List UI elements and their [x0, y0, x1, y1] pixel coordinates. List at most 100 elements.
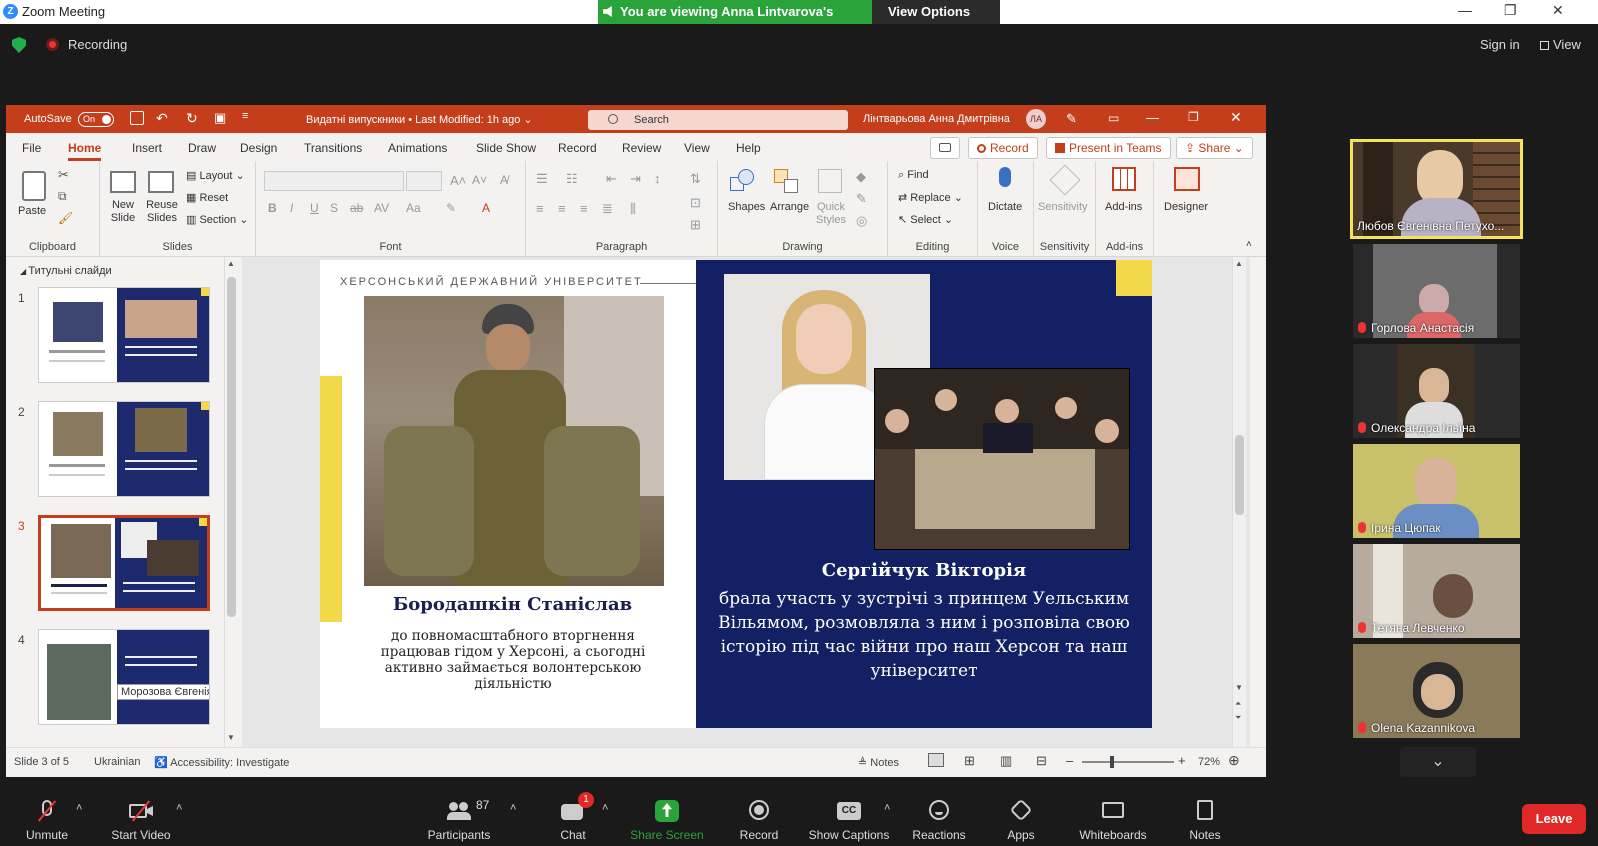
slide-show-icon[interactable]: ⊟	[1036, 753, 1047, 769]
zoom-level[interactable]: 72%	[1198, 756, 1220, 768]
slide-thumbnail-4[interactable]: Морозова Євгенія	[38, 629, 210, 725]
zoom-slider-handle[interactable]	[1110, 756, 1114, 768]
person-name-left[interactable]: Бородашкін Станіслав	[360, 594, 665, 615]
reading-view-icon[interactable]: ▥	[1000, 753, 1012, 769]
justify-icon[interactable]: ≣	[602, 201, 613, 217]
designer-icon[interactable]	[1174, 167, 1200, 191]
paste-icon[interactable]	[22, 171, 46, 201]
leave-button[interactable]: Leave	[1522, 804, 1586, 834]
align-center-icon[interactable]: ≡	[558, 201, 566, 216]
layout-button[interactable]: ▤ Layout ⌄	[186, 169, 245, 182]
zoom-in-icon[interactable]: +	[1178, 753, 1186, 768]
reuse-slides-icon[interactable]	[148, 171, 174, 193]
quick-styles-label[interactable]: Quick Styles	[816, 201, 846, 227]
font-size-input[interactable]	[406, 171, 442, 191]
shape-effects-icon[interactable]: ◎	[856, 213, 867, 229]
reactions-button[interactable]: Reactions	[894, 796, 984, 846]
record-button[interactable]: Record	[714, 796, 804, 846]
person-description-right[interactable]: брала участь у зустрічі з принцем Уельсь…	[706, 587, 1142, 683]
tab-help[interactable]: Help	[736, 141, 761, 155]
strikethrough-icon[interactable]: ab	[350, 201, 363, 215]
paste-label[interactable]: Paste	[18, 205, 46, 217]
chat-options-icon[interactable]: ˄	[602, 802, 608, 814]
sensitivity-label[interactable]: Sensitivity	[1038, 201, 1088, 213]
redo-icon[interactable]: ↻	[186, 110, 198, 127]
addins-label[interactable]: Add-ins	[1105, 201, 1142, 213]
comments-button[interactable]	[930, 137, 960, 159]
scroll-down-icon[interactable]: ▼	[1235, 683, 1243, 692]
close-icon[interactable]: ✕	[1230, 109, 1242, 126]
slide-scrollbar[interactable]: ▲ ▼ ⏶ ⏷	[1232, 257, 1246, 747]
minimize-icon[interactable]: —	[1458, 2, 1472, 18]
photo-volunteer[interactable]	[364, 296, 664, 586]
apps-button[interactable]: Apps	[976, 796, 1066, 846]
tab-slide-show[interactable]: Slide Show	[476, 141, 536, 155]
replace-button[interactable]: ⇄ Replace ⌄	[898, 191, 963, 204]
notes-button[interactable]: Notes	[1160, 796, 1250, 846]
document-title[interactable]: Видатні випускники • Last Modified: 1h a…	[306, 113, 533, 126]
current-slide[interactable]: ХЕРСОНСЬКИЙ ДЕРЖАВНИЙ УНІВЕРСИТЕТ Борода…	[320, 260, 1152, 728]
autosave-toggle[interactable]: On	[78, 112, 114, 127]
zoom-slider[interactable]	[1082, 756, 1174, 768]
restore-icon[interactable]: ❐	[1188, 110, 1199, 124]
share-screen-button[interactable]: Share Screen	[622, 796, 712, 846]
change-case-icon[interactable]: Aa	[406, 201, 421, 215]
grow-font-icon[interactable]: A˄	[450, 173, 466, 188]
shapes-label[interactable]: Shapes	[728, 201, 765, 213]
person-description-left[interactable]: до повномасштабного вторгнення працював …	[358, 628, 668, 692]
align-text-icon[interactable]: ⊡	[690, 195, 701, 211]
align-right-icon[interactable]: ≡	[580, 201, 588, 216]
shapes-icon[interactable]	[730, 169, 756, 193]
tab-file[interactable]: File	[22, 141, 41, 155]
tab-design[interactable]: Design	[240, 141, 277, 155]
tab-transitions[interactable]: Transitions	[304, 141, 362, 155]
char-spacing-icon[interactable]: AV	[374, 201, 389, 215]
shape-outline-icon[interactable]: ✎	[856, 191, 867, 207]
pen-icon[interactable]: ✎	[1066, 111, 1077, 127]
previous-slide-icon[interactable]: ⏶	[1235, 699, 1241, 709]
customize-toolbar-icon[interactable]: ≡	[242, 110, 248, 122]
increase-indent-icon[interactable]: ⇥	[630, 171, 641, 187]
slide-thumbnail-2[interactable]	[38, 401, 210, 497]
arrange-label[interactable]: Arrange	[770, 201, 809, 213]
select-button[interactable]: ↖ Select ⌄	[898, 213, 953, 226]
numbering-icon[interactable]: ☷	[566, 171, 578, 187]
participant-tile[interactable]: Любов Євгенівна Петухо...	[1350, 139, 1523, 239]
tab-animations[interactable]: Animations	[388, 141, 447, 155]
user-avatar[interactable]: ЛА	[1026, 109, 1046, 129]
find-button[interactable]: ⌕ Find	[898, 169, 929, 182]
participants-options-icon[interactable]: ˄	[510, 802, 516, 814]
arrange-icon[interactable]	[774, 169, 800, 193]
show-captions-button[interactable]: CC Show Captions	[804, 796, 894, 846]
start-video-button[interactable]: Start Video	[96, 796, 186, 846]
sensitivity-icon[interactable]	[1049, 164, 1081, 196]
tab-view[interactable]: View	[684, 141, 710, 155]
whiteboards-button[interactable]: Whiteboards	[1068, 796, 1158, 846]
present-in-teams-button[interactable]: Present in Teams	[1046, 137, 1171, 159]
undo-icon[interactable]: ↶	[156, 110, 168, 127]
bold-icon[interactable]: B	[268, 201, 277, 215]
font-color-icon[interactable]: A	[482, 201, 490, 215]
share-button[interactable]: ⇪ Share ⌄	[1176, 137, 1253, 159]
line-spacing-icon[interactable]: ↕	[654, 171, 661, 186]
addins-icon[interactable]	[1112, 167, 1136, 191]
shape-fill-icon[interactable]: ◆	[856, 169, 866, 185]
smartart-icon[interactable]: ⊞	[690, 217, 701, 233]
columns-icon[interactable]: ⫼	[630, 201, 636, 217]
format-painter-icon[interactable]: 🖌	[58, 211, 73, 225]
copy-icon[interactable]: ⧉	[58, 189, 67, 204]
university-heading[interactable]: ХЕРСОНСЬКИЙ ДЕРЖАВНИЙ УНІВЕРСИТЕТ	[340, 276, 643, 288]
next-slide-icon[interactable]: ⏷	[1235, 713, 1241, 723]
fit-to-window-icon[interactable]: ⊕	[1228, 752, 1240, 769]
slide-thumbnail-1[interactable]	[38, 287, 210, 383]
italic-icon[interactable]: I	[290, 201, 293, 215]
close-icon[interactable]: ✕	[1552, 2, 1564, 19]
participant-tile[interactable]: Olena Kazannikova	[1353, 644, 1520, 738]
shadow-icon[interactable]: S	[330, 201, 338, 215]
new-slide-icon[interactable]	[110, 171, 136, 193]
scroll-down-icon[interactable]: ▼	[227, 733, 235, 742]
person-name-right[interactable]: Сергійчук Вікторія	[696, 560, 1152, 581]
slide-thumbnail-3[interactable]	[38, 515, 210, 611]
reuse-slides-label[interactable]: Reuse Slides	[146, 199, 178, 225]
present-from-start-icon[interactable]: ▣	[214, 110, 226, 126]
